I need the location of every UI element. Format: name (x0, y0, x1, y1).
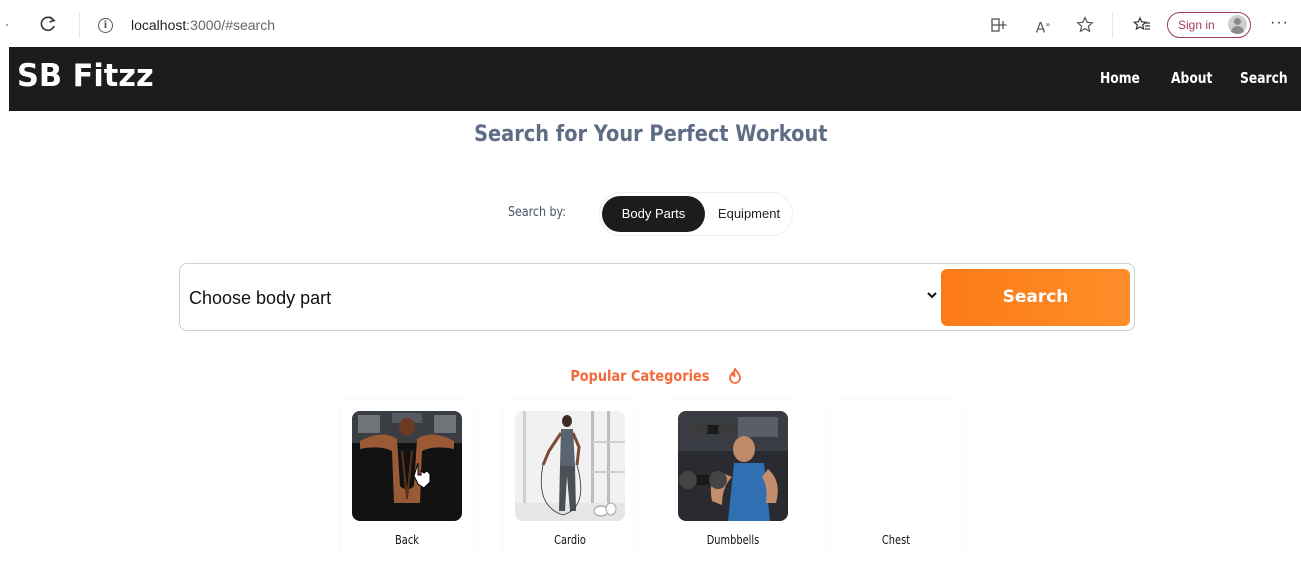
reload-icon[interactable] (38, 14, 58, 34)
page-title-text: Search for Your Perfect Workout (473, 122, 828, 147)
profile-avatar-icon (1228, 15, 1247, 34)
nav-link-home[interactable]: Home (1100, 69, 1140, 87)
body-part-select[interactable]: Choose body part (189, 288, 331, 309)
category-card-cardio[interactable]: Cardio (504, 400, 636, 561)
sign-in-label: Sign in (1178, 18, 1215, 32)
category-label-dumbbells: Dumbbells (706, 533, 760, 547)
read-aloud-icon[interactable]: A» (1033, 15, 1053, 37)
site-logo[interactable]: SB Fitzz (17, 58, 154, 94)
back-workout-image (352, 411, 462, 521)
search-by-label: Search by: (508, 205, 566, 220)
site-info-icon[interactable]: i (98, 18, 113, 33)
address-bar[interactable]: localhost:3000/#search (131, 17, 275, 33)
fire-icon (729, 368, 741, 384)
nav-link-search[interactable]: Search (1240, 69, 1288, 87)
category-card-back[interactable]: Back (341, 400, 473, 561)
search-button[interactable]: Search (941, 269, 1130, 326)
favorite-star-icon[interactable] (1075, 15, 1095, 35)
search-mode-toggle: Body Parts Equipment (599, 192, 793, 236)
address-divider (79, 12, 80, 38)
favorites-list-icon[interactable] (1132, 15, 1152, 35)
popular-categories-title: Popular Categories (0, 367, 1301, 385)
dumbbells-workout-image (678, 411, 788, 521)
search-form: Choose body part Search (179, 263, 1135, 331)
sign-in-button[interactable]: Sign in (1167, 12, 1251, 38)
site-navbar: SB Fitzz Home About Search (9, 47, 1301, 111)
toolbar-divider (1112, 12, 1113, 38)
category-card-chest[interactable]: Chest (830, 400, 962, 561)
url-path: :3000/#search (186, 17, 275, 33)
more-menu-icon[interactable]: ··· (1270, 14, 1289, 32)
category-label-chest: Chest (881, 533, 911, 547)
chevron-down-icon[interactable] (925, 288, 939, 302)
category-label-back: Back (395, 533, 419, 547)
url-host: localhost (131, 17, 187, 33)
cardio-workout-image (515, 411, 625, 521)
nav-link-about[interactable]: About (1171, 69, 1212, 87)
category-label-cardio: Cardio (554, 533, 586, 547)
page-title: Search for Your Perfect Workout (0, 122, 1301, 147)
back-button-remnant (6, 24, 8, 26)
browser-toolbar: i localhost:3000/#search A» Sign in ··· (0, 0, 1301, 47)
toggle-equipment[interactable]: Equipment (707, 196, 791, 232)
chest-workout-image (841, 411, 951, 521)
app-available-icon[interactable] (989, 15, 1009, 35)
popular-categories-label: Popular Categories (570, 367, 710, 385)
toggle-body-parts[interactable]: Body Parts (602, 196, 705, 232)
category-card-dumbbells[interactable]: Dumbbells (667, 400, 799, 561)
